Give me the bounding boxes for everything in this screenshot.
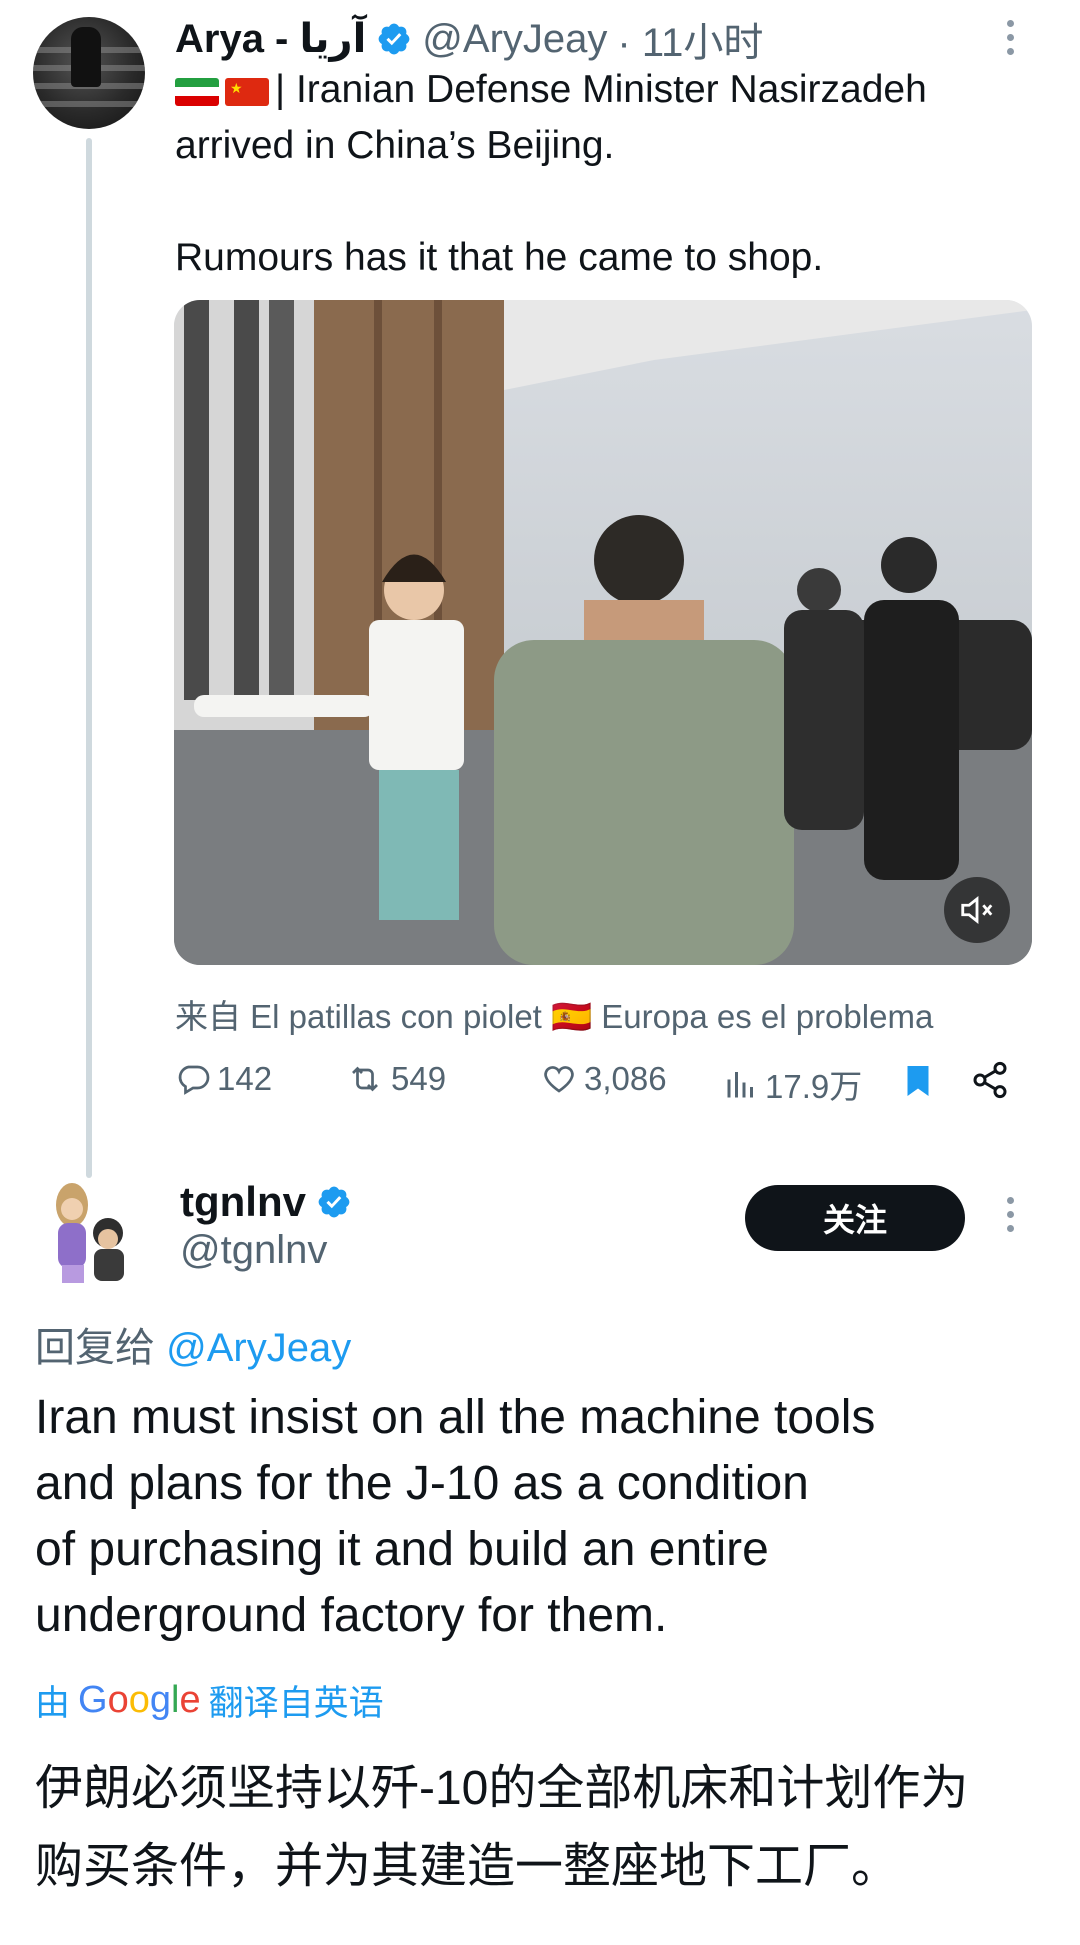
reply-context: 回复给 @AryJeay [35, 1315, 351, 1373]
reply-text-line: and plans for the J-10 as a condition [35, 1457, 809, 1510]
video-frame [174, 300, 1032, 965]
more-icon[interactable] [1000, 20, 1020, 55]
reply-count: 142 [217, 1060, 273, 1097]
reply-author-avatar[interactable] [40, 1175, 140, 1285]
reply-text-line: underground factory for them. [35, 1589, 668, 1642]
tweet-line-1: ★ | Iranian Defense Minister Nasirzadeh [175, 62, 1035, 118]
tweet-line-3: Rumours has it that he came to shop. [175, 236, 824, 279]
reply-author-name-row: tgnlnv [180, 1178, 362, 1226]
retweet-icon [352, 1066, 378, 1092]
author-handle[interactable]: @AryJeay [422, 17, 607, 62]
reply-button[interactable]: 142 [175, 1060, 272, 1098]
bookmark-button[interactable] [900, 1060, 942, 1102]
like-icon [544, 1066, 574, 1093]
reply-icon [178, 1065, 210, 1095]
views-count: 17.9万 [765, 1068, 863, 1105]
bookmark-icon [907, 1066, 929, 1096]
reply-text-line: of purchasing it and build an entire [35, 1523, 769, 1576]
translated-text: 伊朗必须坚持以歼-10的全部机床和计划作为 购买条件，并为其建造一整座地下工厂。 [35, 1750, 1055, 1906]
share-icon [973, 1061, 1007, 1099]
tweet-text: ★ | Iranian Defense Minister Nasirzadeh a… [175, 62, 1035, 286]
reply-text-line: Iran must insist on all the machine tool… [35, 1391, 876, 1444]
china-flag-icon: ★ [225, 77, 269, 106]
author-name[interactable]: Arya - آریا [175, 16, 366, 62]
like-count: 3,086 [584, 1060, 667, 1097]
translated-line: 购买条件，并为其建造一整座地下工厂。 [35, 1840, 900, 1893]
share-button[interactable] [970, 1060, 1016, 1100]
thread-line [86, 138, 92, 1178]
retweet-button[interactable]: 549 [345, 1060, 446, 1098]
reply-author-name[interactable]: tgnlnv [180, 1178, 306, 1226]
views-icon [727, 1072, 753, 1098]
video-attribution[interactable]: 来自 El patillas con piolet 🇪🇸 Europa es e… [175, 990, 933, 1038]
translate-suffix: 翻译自英语 [208, 1684, 384, 1723]
tweet-header: Arya - آریا @AryJeay · 11小时 [175, 14, 763, 66]
tweet-text-line: | Iranian Defense Minister Nasirzadeh [275, 68, 927, 111]
tweet-line-2: arrived in China’s Beijing. [175, 124, 615, 167]
more-icon[interactable] [1000, 1197, 1020, 1232]
mute-icon [961, 895, 993, 925]
views-button[interactable]: 17.9万 [723, 1060, 862, 1108]
translate-prefix: 由 [35, 1684, 71, 1723]
reply-author-handle[interactable]: @tgnlnv [180, 1228, 327, 1273]
iran-flag-icon [175, 77, 219, 106]
verified-badge-icon [318, 1186, 350, 1218]
translated-line: 伊朗必须坚持以歼-10的全部机床和计划作为 [35, 1762, 969, 1815]
tweet-time[interactable]: · 11小时 [617, 10, 763, 68]
video-player[interactable] [174, 300, 1032, 965]
verified-badge-icon [378, 23, 410, 55]
reply-mention-link[interactable]: @AryJeay [166, 1326, 351, 1370]
reply-text: Iran must insist on all the machine tool… [35, 1385, 1045, 1649]
retweet-count: 549 [391, 1060, 447, 1097]
tweet-actions: 142 549 3,086 17.9万 [175, 1060, 1035, 1120]
mute-button[interactable] [944, 877, 1010, 943]
author-avatar[interactable] [33, 17, 145, 129]
google-logo: Google [78, 1679, 201, 1721]
reply-prefix: 回复给 [35, 1326, 155, 1370]
translation-attribution[interactable]: 由 Google 翻译自英语 [35, 1675, 384, 1726]
follow-button[interactable]: 关注 [745, 1185, 965, 1251]
like-button[interactable]: 3,086 [540, 1060, 667, 1098]
